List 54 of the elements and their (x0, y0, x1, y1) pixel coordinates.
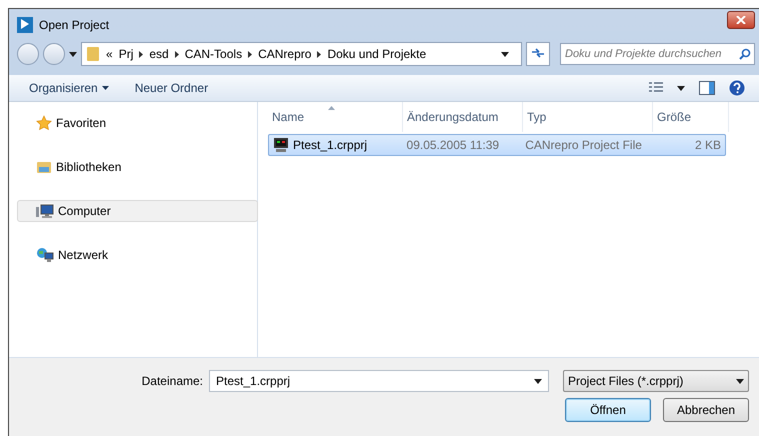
breadcrumb-segment[interactable]: esd (149, 47, 169, 61)
table-cell-text: 09.05.2005 11:39 (406, 138, 500, 152)
table-cell-text: 2 KB (694, 138, 722, 152)
sort-arrow-icon (328, 106, 335, 110)
filename-field[interactable]: Ptest_1.crpprj (209, 370, 549, 392)
filename-label: Dateiname: (142, 374, 203, 388)
separator-arrow-icon (248, 50, 252, 58)
file-type-dropdown[interactable]: Project Files (*.crpprj) (563, 370, 749, 392)
breadcrumb-segment[interactable]: CANrepro (258, 47, 312, 61)
toolbar-button[interactable]: Neuer Ordner (128, 79, 214, 97)
monitor-icon (273, 137, 289, 153)
search-icon (739, 48, 751, 60)
column-header[interactable]: Größe (653, 102, 729, 132)
column-header[interactable]: Typ (523, 102, 653, 132)
sidebar-item[interactable]: Computer (17, 200, 258, 222)
view-options-icon[interactable] (649, 82, 663, 94)
dropdown-caret-icon (501, 52, 509, 56)
sidebar-item[interactable]: Bibliotheken (17, 156, 258, 178)
sidebar-item[interactable]: Favoriten (17, 112, 258, 134)
app-logo-icon (17, 17, 33, 33)
column-header[interactable]: Name (268, 102, 403, 132)
sidebar-item[interactable]: Netzwerk (17, 244, 258, 266)
breadcrumb-overflow[interactable]: « (106, 47, 113, 61)
window-title: Open Project (39, 18, 110, 32)
computer-icon (36, 203, 54, 219)
separator-arrow-icon (174, 50, 179, 58)
table-cell-text: CANrepro Project File (524, 138, 643, 152)
library-icon (36, 159, 52, 175)
filename-caret-icon (534, 378, 542, 384)
breadcrumb-segment[interactable]: Prj (118, 47, 134, 61)
search-field[interactable]: Doku und Projekte durchsuchen (560, 43, 755, 65)
view-caret-icon (677, 86, 685, 90)
dialog-button[interactable]: Abbrechen (663, 398, 749, 422)
refresh-icon (531, 46, 545, 58)
file-row[interactable]: Ptest_1.crpprj 09.05.2005 11:39 CANrepro Project File 2 KB (268, 134, 726, 156)
column-header[interactable]: Änderungsdatum (403, 102, 523, 132)
preview-pane-icon[interactable] (699, 81, 715, 95)
close-icon (736, 16, 746, 24)
breadcrumb-segment[interactable]: CAN-Tools (184, 47, 242, 61)
folder-icon (86, 46, 100, 62)
star-icon (36, 115, 52, 131)
history-caret-icon (69, 52, 77, 56)
help-icon[interactable] (729, 80, 745, 96)
separator-arrow-icon (139, 50, 144, 58)
close-button[interactable] (727, 11, 755, 29)
refresh-button[interactable] (526, 42, 550, 66)
separator-arrow-icon (317, 50, 322, 58)
toolbar-button[interactable]: Organisieren (23, 79, 115, 97)
filter-caret-icon (736, 378, 744, 384)
dialog-button[interactable]: Öffnen (565, 398, 651, 422)
address-bar[interactable]: « Prj esd CAN-Tools CANrepro Doku und Projekte (81, 42, 522, 66)
table-cell: Ptest_1.crpprj (269, 137, 403, 153)
network-icon (36, 247, 54, 263)
breadcrumb-segment[interactable]: Doku und Projekte (327, 47, 426, 61)
